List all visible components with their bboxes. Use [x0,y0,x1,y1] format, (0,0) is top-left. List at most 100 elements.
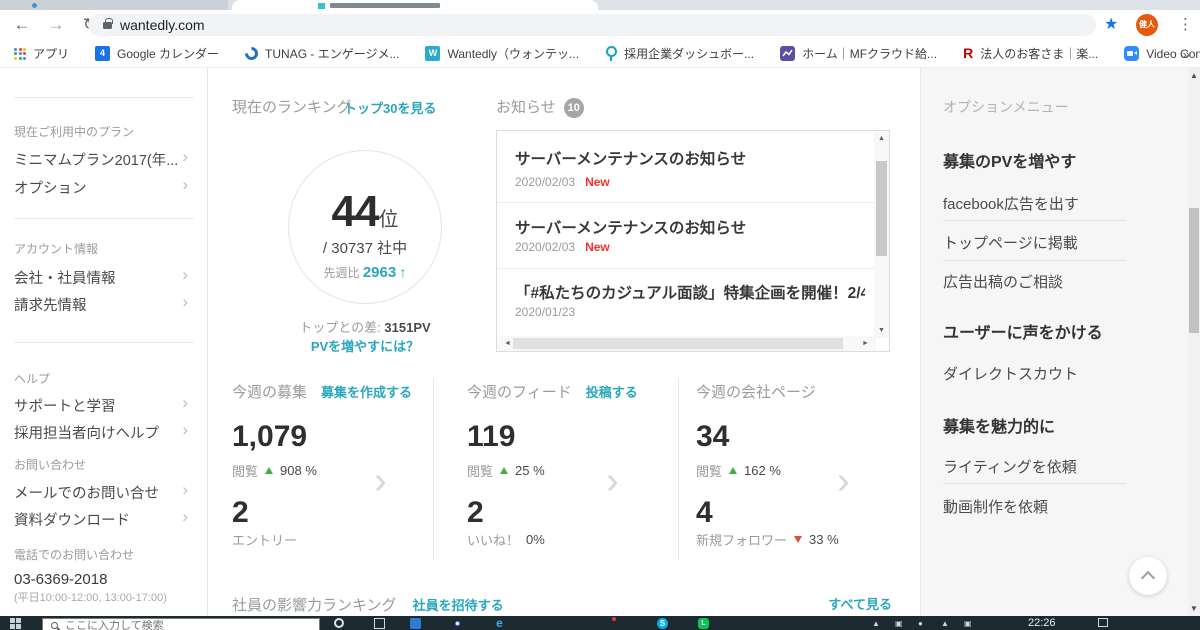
post-feed-link[interactable]: 投稿する [586,382,638,401]
bookmark-wantedly[interactable]: W Wantedly（ウォンテッ... [425,45,579,62]
jobs-entries-metric: エントリー [232,530,297,549]
chart-icon [780,46,795,61]
divider [497,202,876,203]
menu-item-writing[interactable]: ライティングを依頼 [943,456,1077,477]
divider [14,218,194,219]
sidebar-item-plan[interactable]: ミニマムプラン2017(年...› [14,149,196,170]
company-detail-chevron[interactable]: › [837,466,850,496]
stat-header-company-page: 今週の会社ページ [696,381,816,402]
sidebar-item-billing[interactable]: 請求先情報› [14,294,196,315]
bookmark-mfcloud[interactable]: ホーム｜MFクラウド給... [780,45,937,62]
scroll-down-icon[interactable]: ▼ [874,327,889,334]
lock-icon[interactable] [103,22,112,29]
search-icon [51,622,59,630]
sidebar-item-recruiter-help[interactable]: 採用担当者向けヘルプ› [14,422,196,443]
see-all-link[interactable]: すべて見る [772,594,892,614]
section-label-account: アカウント情報 [14,240,98,257]
tab-favicon [32,3,37,8]
scroll-up-icon[interactable]: ▲ [874,135,889,142]
forward-icon[interactable]: → [44,10,68,40]
chevron-right-icon: › [182,147,188,167]
search-input[interactable] [65,620,285,630]
scroll-up-icon[interactable]: ▲ [1188,71,1200,80]
apps-grid-icon [14,48,26,60]
pv-increase-link[interactable]: PVを増やすには？ [265,336,465,356]
sidebar-item-company-info[interactable]: 会社・社員情報› [14,267,196,288]
scrollbar-thumb[interactable] [513,338,843,349]
bookmarks-bar: アプリ 4 Google カレンダー TUNAG - エンゲージメ... W W… [0,40,1200,68]
jobs-views-value: 1,079 [232,420,307,454]
chrome-menu-icon[interactable]: ⋮ [1178,10,1193,40]
scrollbar-thumb[interactable] [876,161,887,256]
section-label-plan: 現在ご利用中のプラン [14,123,134,140]
bookmark-star-icon[interactable]: ★ [1104,10,1118,40]
address-bar[interactable]: wantedly.com [88,14,1096,36]
invite-employee-link[interactable]: 社員を招待する [413,595,504,614]
sidebar-item-download[interactable]: 資料ダウンロード› [14,509,196,530]
bookmark-tunag[interactable]: TUNAG - エンゲージメ... [245,45,399,62]
windows-start-icon[interactable] [10,618,21,629]
cortana-icon[interactable] [334,618,344,628]
chevron-up-icon [1141,571,1155,585]
jobs-detail-chevron[interactable]: › [374,466,387,496]
tray-icon[interactable]: ▣ [895,619,903,628]
feed-detail-chevron[interactable]: › [606,466,619,496]
sidebar-item-support[interactable]: サポートと学習› [14,395,196,416]
notice-item-title[interactable]: サーバーメンテナンスのお知らせ [515,216,865,238]
menu-item-ad-consult[interactable]: 広告出稿のご相談 [943,271,1063,292]
action-center-icon[interactable] [1098,618,1108,627]
tray-expand-icon[interactable]: ▲ [872,619,880,628]
bookmark-google-calendar[interactable]: 4 Google カレンダー [95,45,219,62]
sidebar-item-options[interactable]: オプション› [14,177,196,198]
taskbar-clock[interactable]: 22:26 [1028,617,1056,629]
notice-item-date: 2020/02/03New [515,175,610,189]
sidebar-item-email-contact[interactable]: メールでのお問い合せ› [14,482,196,503]
bookmark-rakuten[interactable]: R 法人のお客さま｜楽... [963,45,1098,62]
menu-item-facebook-ads[interactable]: facebook広告を出す [943,193,1079,214]
jobs-views-metric: 閲覧 908 % [232,461,317,480]
browser-tab-active[interactable] [232,0,598,10]
line-icon[interactable]: L [698,618,709,629]
browser-tab-inactive[interactable] [0,0,228,10]
skype-icon[interactable]: S [657,618,668,629]
menu-item-video[interactable]: 動画制作を依頼 [943,496,1048,517]
scrollbar-thumb[interactable] [1189,208,1199,333]
phone-hours: (平日10:00-12:00, 13:00-17:00) [14,589,167,605]
url-text[interactable]: wantedly.com [120,14,205,36]
bookmark-apps[interactable]: アプリ [14,45,69,62]
heading-attractive-jobs: 募集を魅力的に [943,413,1055,437]
notice-item-title[interactable]: サーバーメンテナンスのお知らせ [515,147,865,169]
top30-link[interactable]: トップ30を見る [344,98,436,117]
scroll-to-top-button[interactable] [1129,557,1167,595]
tray-icon[interactable]: ▣ [964,619,972,628]
divider [943,260,1126,261]
notice-item-title[interactable]: 「#私たちのカジュアル面談」特集企画を開催！2/4(火)より [515,281,865,303]
menu-item-direct-scout[interactable]: ダイレクトスカウト [943,363,1078,384]
people-icon[interactable] [410,618,421,629]
profile-avatar[interactable]: 健人 [1136,14,1158,36]
stat-header-jobs: 今週の募集 募集を作成する [232,381,412,402]
notices-vertical-scrollbar[interactable]: ▲ ▼ [874,131,889,338]
chevron-right-icon: › [182,393,188,413]
company-views-metric: 閲覧 162 % [696,461,781,480]
divider [14,342,194,343]
edge-icon[interactable]: e [494,618,505,629]
notices-horizontal-scrollbar[interactable]: ◄ ► [497,336,876,351]
bookmarks-overflow-icon[interactable]: » [1182,40,1190,68]
employee-ranking-header: 社員の影響力ランキング 社員を招待する [232,594,504,615]
menu-item-top-page[interactable]: トップページに掲載 [943,232,1078,253]
scroll-down-icon[interactable]: ▼ [1188,604,1200,613]
task-view-icon[interactable] [374,618,385,629]
create-job-link[interactable]: 募集を作成する [321,382,412,401]
chevron-right-icon: › [182,480,188,500]
tray-icon[interactable]: ● [918,619,923,628]
taskbar-search-box[interactable] [42,618,320,630]
back-icon[interactable]: ← [10,10,34,40]
bookmark-dashboard[interactable]: 採用企業ダッシュボー... [605,45,754,62]
screen: ← → ↻ wantedly.com ★ 健人 ⋮ アプリ 4 Google カ… [0,0,1200,630]
scroll-right-icon[interactable]: ► [858,340,873,347]
tray-icon[interactable]: ▲ [941,619,949,628]
divider [943,483,1126,484]
tunag-icon [242,44,260,62]
page-scrollbar[interactable]: ▲ ▼ [1188,68,1200,616]
